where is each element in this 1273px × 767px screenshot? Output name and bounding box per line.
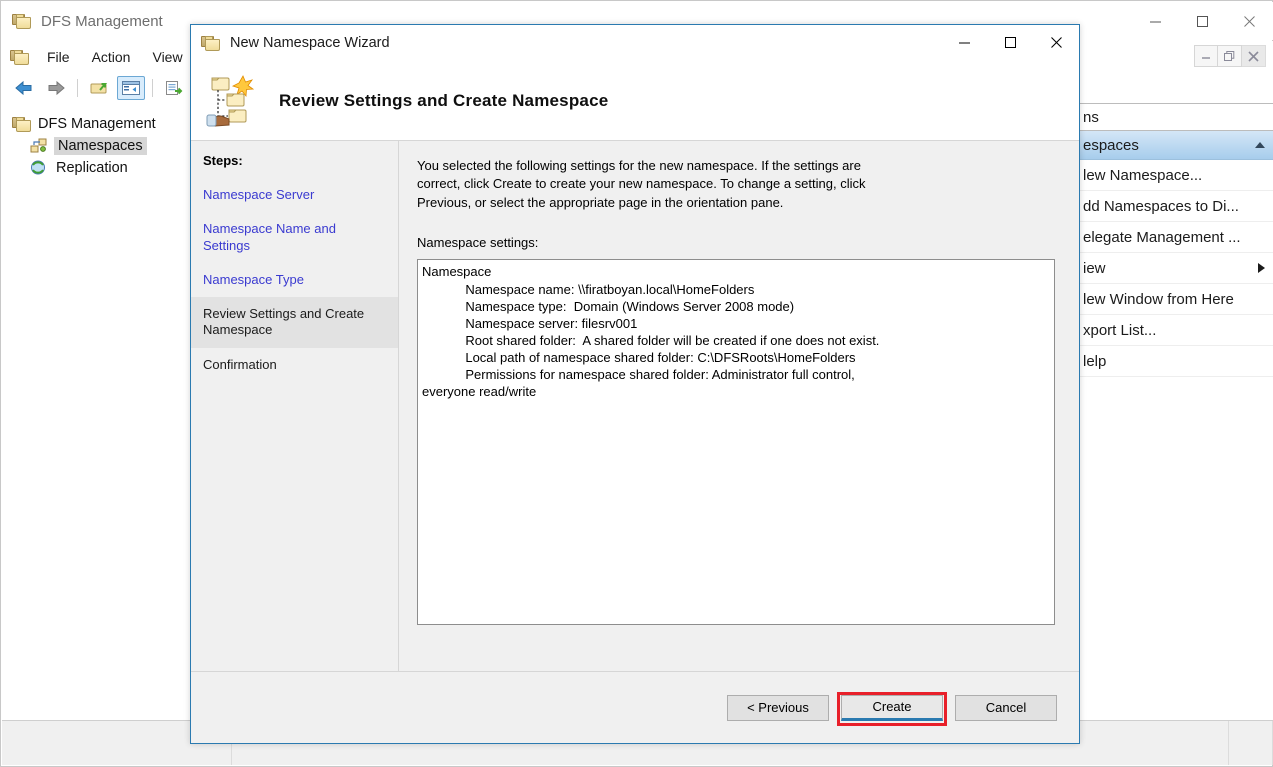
wizard-main: Steps: Namespace Server Namespace Name a… — [191, 141, 1079, 671]
export-list-icon[interactable] — [160, 76, 188, 100]
wizard-intro-text: You selected the following settings for … — [417, 158, 866, 210]
actions-pane-title: ns — [1077, 103, 1273, 131]
tree-item-label: DFS Management — [38, 116, 156, 132]
namespace-create-icon — [205, 72, 261, 130]
step-review-settings-and-create-namespace[interactable]: Review Settings and Create Namespace — [191, 297, 398, 348]
step-namespace-type[interactable]: Namespace Type — [191, 263, 398, 297]
wizard-content-pane: You selected the following settings for … — [399, 141, 1079, 671]
chevron-up-icon[interactable] — [1255, 142, 1265, 148]
namespaces-icon — [30, 137, 50, 155]
mdi-minimize-button[interactable] — [1194, 45, 1218, 67]
wizard-titlebar: New Namespace Wizard — [191, 25, 1079, 61]
step-namespace-name-and-settings[interactable]: Namespace Name and Settings — [191, 212, 398, 263]
steps-heading: Steps: — [203, 153, 243, 168]
step-namespace-server[interactable]: Namespace Server — [191, 178, 398, 212]
namespace-settings-label: Namespace settings: — [417, 235, 539, 251]
wizard-header: Review Settings and Create Namespace — [191, 61, 1079, 141]
back-icon[interactable] — [10, 76, 38, 100]
action-item-delegate-management[interactable]: elegate Management ... — [1077, 222, 1273, 253]
wizard-footer: < Previous Create Cancel — [191, 671, 1079, 743]
action-item-label: dd Namespaces to Di... — [1083, 197, 1239, 215]
console-tree: DFS Management Namespaces Replication — [2, 103, 192, 722]
tree-item-dfs-management[interactable]: DFS Management — [2, 113, 191, 135]
replication-icon — [30, 159, 50, 177]
close-button[interactable] — [1226, 2, 1273, 40]
forward-icon[interactable] — [42, 76, 70, 100]
dfs-folder-icon — [12, 12, 32, 30]
create-button[interactable]: Create — [841, 694, 943, 721]
mdi-close-button[interactable] — [1242, 45, 1266, 67]
action-item-add-namespaces-to-display[interactable]: dd Namespaces to Di... — [1077, 191, 1273, 222]
wizard-body: Steps: Namespace Server Namespace Name a… — [191, 141, 1079, 743]
mdi-window-controls — [1194, 45, 1266, 67]
maximize-button[interactable] — [987, 25, 1033, 60]
minimize-button[interactable] — [1132, 2, 1179, 40]
cancel-button[interactable]: Cancel — [955, 694, 1057, 721]
close-button[interactable] — [1033, 25, 1079, 60]
tree-item-label: Namespaces — [54, 137, 147, 155]
dfs-folder-icon — [10, 48, 30, 66]
actions-group-header-namespaces[interactable]: espaces — [1077, 131, 1273, 160]
action-item-label: lelp — [1083, 352, 1107, 370]
action-item-help[interactable]: lelp — [1077, 346, 1273, 377]
toolbar-separator — [77, 78, 78, 97]
menu-item-file[interactable]: File — [36, 45, 81, 69]
tree-item-label: Replication — [56, 160, 128, 176]
step-confirmation: Confirmation — [203, 356, 277, 372]
previous-button[interactable]: < Previous — [727, 694, 829, 721]
action-item-label: lew Namespace... — [1083, 166, 1203, 184]
action-item-label: lew Window from Here — [1083, 290, 1234, 308]
action-item-label: xport List... — [1083, 321, 1157, 339]
window-title: DFS Management — [41, 12, 163, 30]
wizard-title: New Namespace Wizard — [230, 35, 390, 51]
dfs-folder-icon — [12, 115, 32, 133]
toolbar-separator — [152, 78, 153, 97]
window-controls — [1132, 2, 1273, 40]
mdi-restore-button[interactable] — [1218, 45, 1242, 67]
wizard-window-controls — [941, 25, 1079, 60]
namespace-wizard-icon — [201, 34, 221, 52]
actions-pane: ns espaces lew Namespace... dd Namespace… — [1077, 103, 1273, 722]
wizard-page-title: Review Settings and Create Namespace — [279, 90, 609, 110]
action-item-new-window-from-here[interactable]: lew Window from Here — [1077, 284, 1273, 315]
chevron-right-icon[interactable] — [1258, 263, 1265, 273]
minimize-button[interactable] — [941, 25, 987, 60]
action-item-export-list[interactable]: xport List... — [1077, 315, 1273, 346]
action-item-label: iew — [1083, 259, 1106, 277]
action-item-label: elegate Management ... — [1083, 228, 1241, 246]
wizard-steps-pane: Steps: Namespace Server Namespace Name a… — [191, 141, 399, 671]
maximize-button[interactable] — [1179, 2, 1226, 40]
menu-item-view[interactable]: View — [141, 45, 193, 69]
action-item-new-namespace[interactable]: lew Namespace... — [1077, 160, 1273, 191]
up-folder-icon[interactable] — [85, 76, 113, 100]
show-hide-console-tree-icon[interactable] — [117, 75, 145, 100]
menu-item-action[interactable]: Action — [81, 45, 142, 69]
new-namespace-wizard-dialog: New Namespace Wizard Review Settings and… — [190, 24, 1080, 744]
tree-item-replication[interactable]: Replication — [2, 157, 191, 179]
tree-item-namespaces[interactable]: Namespaces — [2, 135, 191, 157]
action-item-view[interactable]: iew — [1077, 253, 1273, 284]
namespace-settings-listbox[interactable]: Namespace Namespace name: \\firatboyan.l… — [417, 259, 1055, 626]
actions-group-header-label: espaces — [1083, 136, 1139, 154]
